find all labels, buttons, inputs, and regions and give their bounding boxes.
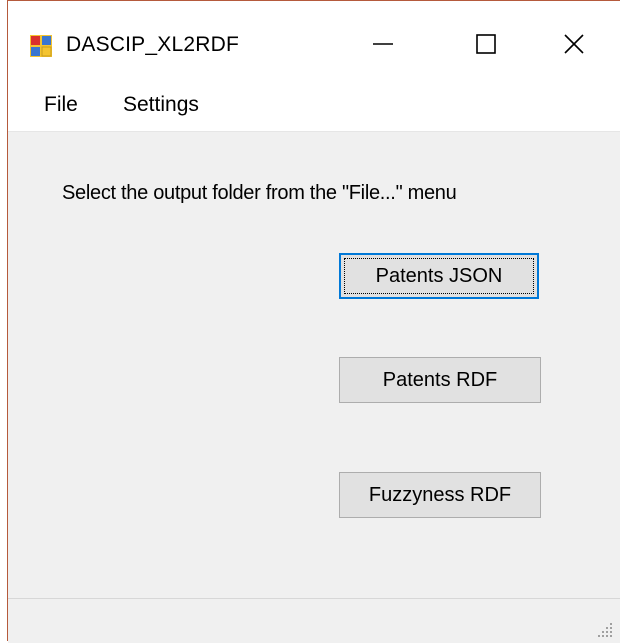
- fuzzyness-rdf-button[interactable]: Fuzzyness RDF: [339, 472, 541, 518]
- menu-item-settings[interactable]: Settings: [121, 92, 201, 118]
- menu-bar: File Settings: [8, 79, 620, 132]
- title-bar[interactable]: DASCIP_XL2RDF: [8, 1, 620, 79]
- maximize-button[interactable]: [461, 23, 511, 69]
- patents-rdf-button[interactable]: Patents RDF: [339, 357, 541, 403]
- app-window: DASCIP_XL2RDF File Settings Select the o…: [7, 0, 620, 643]
- minimize-icon: [372, 33, 394, 60]
- instruction-label: Select the output folder from the "File.…: [62, 182, 457, 204]
- close-button[interactable]: [549, 23, 599, 69]
- close-icon: [563, 33, 585, 60]
- status-bar: [8, 598, 620, 643]
- patents-rdf-button-label: Patents RDF: [382, 368, 498, 391]
- resize-grip-icon[interactable]: [596, 621, 614, 639]
- window-title: DASCIP_XL2RDF: [66, 33, 239, 56]
- patents-json-button-label: Patents JSON: [375, 264, 503, 287]
- patents-json-button[interactable]: Patents JSON: [339, 253, 539, 299]
- maximize-icon: [475, 33, 497, 60]
- app-icon: [30, 35, 52, 57]
- minimize-button[interactable]: [358, 23, 408, 69]
- fuzzyness-rdf-button-label: Fuzzyness RDF: [368, 483, 512, 506]
- menu-item-file[interactable]: File: [42, 92, 80, 118]
